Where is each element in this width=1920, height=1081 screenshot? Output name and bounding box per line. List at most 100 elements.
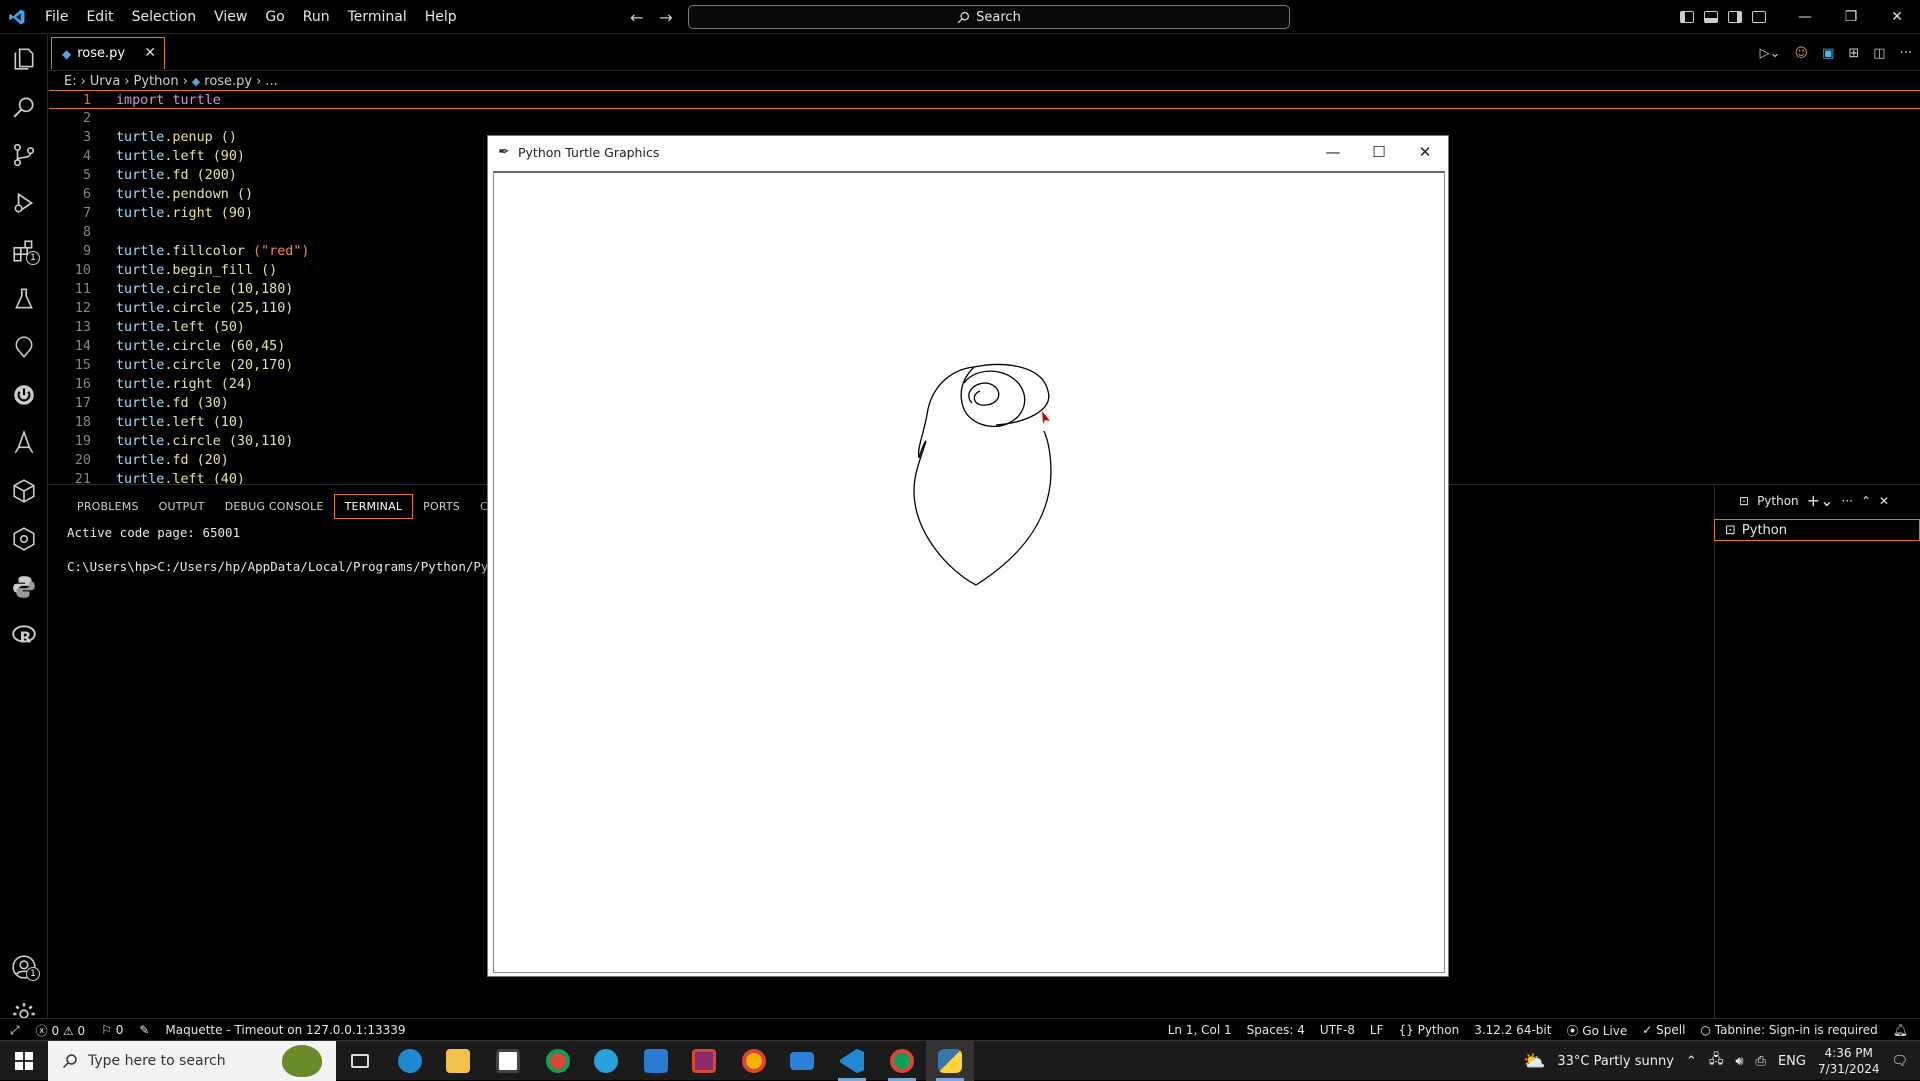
weather-icon[interactable]: ⛅: [1523, 1051, 1545, 1072]
tabnine-label: Tabnine: Sign-in is required: [1714, 1023, 1878, 1037]
tray-chevron-icon[interactable]: ⌃: [1686, 1054, 1697, 1069]
close-tab-icon[interactable]: ✕: [144, 45, 156, 61]
clock-time: 4:36 PM: [1824, 1046, 1873, 1060]
r-language-icon[interactable]: R: [0, 615, 48, 655]
problems-indicator[interactable]: ⓧ 0 ⚠ 0: [36, 1022, 86, 1039]
notification-center-icon[interactable]: 🗨︎: [1891, 1054, 1908, 1069]
copilot-icon[interactable]: ☺: [1795, 46, 1809, 61]
menu-edit[interactable]: Edit: [77, 0, 122, 34]
chrome-icon[interactable]: [730, 1041, 778, 1081]
volume-icon[interactable]: 🔊︎: [1735, 1054, 1743, 1069]
brush-icon[interactable]: ✎: [139, 1023, 149, 1037]
breadcrumb-symbol[interactable]: ...: [265, 74, 277, 89]
tab-rose-py[interactable]: ◆ rose.py ✕: [51, 37, 165, 69]
edge-icon[interactable]: [386, 1041, 434, 1081]
rocket-icon[interactable]: [0, 423, 48, 463]
file-explorer-icon[interactable]: [434, 1041, 482, 1081]
mail-icon[interactable]: [778, 1041, 826, 1081]
restore-icon[interactable]: ❐: [1828, 0, 1874, 34]
remote-explorer-icon[interactable]: [0, 327, 48, 367]
chrome-taskbar-icon[interactable]: [878, 1041, 926, 1081]
preview-icon[interactable]: ▣: [1822, 46, 1834, 61]
run-file-icon[interactable]: ▷⌄: [1760, 46, 1781, 61]
maquette-status[interactable]: Maquette - Timeout on 127.0.0.1:13339: [165, 1023, 405, 1037]
customize-layout-icon[interactable]: [1752, 11, 1766, 23]
language-indicator[interactable]: ENG: [1778, 1054, 1806, 1069]
tab-problems[interactable]: PROBLEMS: [67, 495, 149, 518]
notifications-bell-icon[interactable]: 🔔︎: [1893, 1023, 1908, 1037]
more-actions-icon[interactable]: ···: [1900, 46, 1912, 61]
tabnine-status[interactable]: ○ Tabnine: Sign-in is required: [1700, 1023, 1877, 1037]
menu-go[interactable]: Go: [256, 0, 293, 34]
terminal-line: Active code page: 65001: [67, 525, 241, 540]
explorer-icon[interactable]: [0, 39, 48, 79]
menu-run[interactable]: Run: [294, 0, 339, 34]
minimize-icon[interactable]: —: [1310, 136, 1356, 168]
toggle-sidebar-icon[interactable]: [1680, 11, 1694, 23]
breadcrumb-folder-python[interactable]: Python: [134, 74, 179, 89]
breadcrumb-file[interactable]: rose.py: [204, 74, 252, 89]
power-icon[interactable]: [0, 375, 48, 415]
split-editor-icon[interactable]: ◫: [1873, 46, 1885, 61]
remote-indicator-icon[interactable]: ⤢: [10, 1023, 20, 1038]
gear-hexagon-icon[interactable]: [0, 519, 48, 559]
run-debug-icon[interactable]: [0, 183, 48, 223]
tab-output[interactable]: OUTPUT: [149, 495, 215, 518]
python-taskbar-icon[interactable]: [926, 1041, 974, 1081]
weather-text[interactable]: 33°C Partly sunny: [1557, 1054, 1674, 1069]
menu-terminal[interactable]: Terminal: [339, 0, 416, 34]
turtle-window-titlebar[interactable]: ✒ Python Turtle Graphics: [488, 136, 1448, 168]
breadcrumb-drive[interactable]: E:: [64, 74, 77, 89]
cursor-position[interactable]: Ln 1, Col 1: [1168, 1023, 1232, 1037]
task-view-icon[interactable]: [336, 1041, 384, 1081]
python-interpreter[interactable]: 3.12.2 64-bit: [1474, 1023, 1551, 1037]
toggle-panel-icon[interactable]: [1704, 11, 1718, 23]
tab-terminal[interactable]: TERMINAL: [333, 493, 414, 519]
search-icon[interactable]: [0, 87, 48, 127]
menu-help[interactable]: Help: [416, 0, 466, 34]
cube-icon[interactable]: [0, 471, 48, 511]
go-live-button[interactable]: ⦿ Go Live: [1566, 1022, 1627, 1039]
command-center-search[interactable]: Search: [688, 5, 1290, 29]
close-icon[interactable]: ✕: [1874, 0, 1920, 34]
vscode-taskbar-icon[interactable]: [828, 1041, 876, 1081]
menu-view[interactable]: View: [205, 0, 256, 34]
maximize-icon[interactable]: ☐: [1356, 136, 1402, 168]
menu-file[interactable]: File: [36, 0, 77, 34]
spell-check[interactable]: ✓ Spell: [1642, 1023, 1685, 1037]
app-blue-icon[interactable]: [632, 1041, 680, 1081]
accounts-icon[interactable]: 1: [0, 947, 48, 987]
encoding[interactable]: UTF-8: [1320, 1023, 1355, 1037]
meet-icon[interactable]: ⎙: [1756, 1054, 1766, 1069]
ports-indicator[interactable]: ⚐ 0: [101, 1023, 123, 1037]
testing-icon[interactable]: [0, 279, 48, 319]
telegram-icon[interactable]: [582, 1041, 630, 1081]
code-line[interactable]: 2: [49, 109, 1920, 128]
source-control-icon[interactable]: [0, 135, 48, 175]
breadcrumb-folder-urva[interactable]: Urva: [90, 74, 121, 89]
minimize-icon[interactable]: —: [1782, 0, 1828, 34]
chrome-icon[interactable]: [534, 1041, 582, 1081]
windows-start-icon[interactable]: [0, 1041, 48, 1081]
store-icon[interactable]: [484, 1041, 532, 1081]
turtle-canvas[interactable]: [493, 171, 1445, 973]
close-icon[interactable]: ✕: [1402, 136, 1448, 168]
toggle-secondary-sidebar-icon[interactable]: [1728, 11, 1742, 23]
language-mode[interactable]: {} Python: [1399, 1023, 1460, 1037]
taskbar-search[interactable]: Type here to search: [48, 1041, 336, 1081]
python-icon[interactable]: [0, 567, 48, 607]
winrar-icon[interactable]: [680, 1041, 728, 1081]
tab-debug-console[interactable]: DEBUG CONSOLE: [215, 495, 334, 518]
end-of-line[interactable]: LF: [1370, 1023, 1384, 1037]
network-icon[interactable]: 🖧︎: [1709, 1050, 1724, 1072]
tab-ports[interactable]: PORTS: [413, 495, 470, 518]
back-arrow-icon[interactable]: ←: [630, 8, 643, 27]
extensions-icon[interactable]: 1: [0, 231, 48, 271]
terminal-list-item[interactable]: ⊡ Python: [1714, 519, 1920, 541]
forward-arrow-icon[interactable]: →: [659, 8, 672, 27]
indentation[interactable]: Spaces: 4: [1247, 1023, 1305, 1037]
code-line[interactable]: 1 import turtle: [49, 90, 1920, 109]
menu-selection[interactable]: Selection: [123, 0, 206, 34]
clock[interactable]: 4:36 PM 7/31/2024: [1818, 1045, 1880, 1077]
open-changes-icon[interactable]: ⊞: [1848, 46, 1859, 61]
